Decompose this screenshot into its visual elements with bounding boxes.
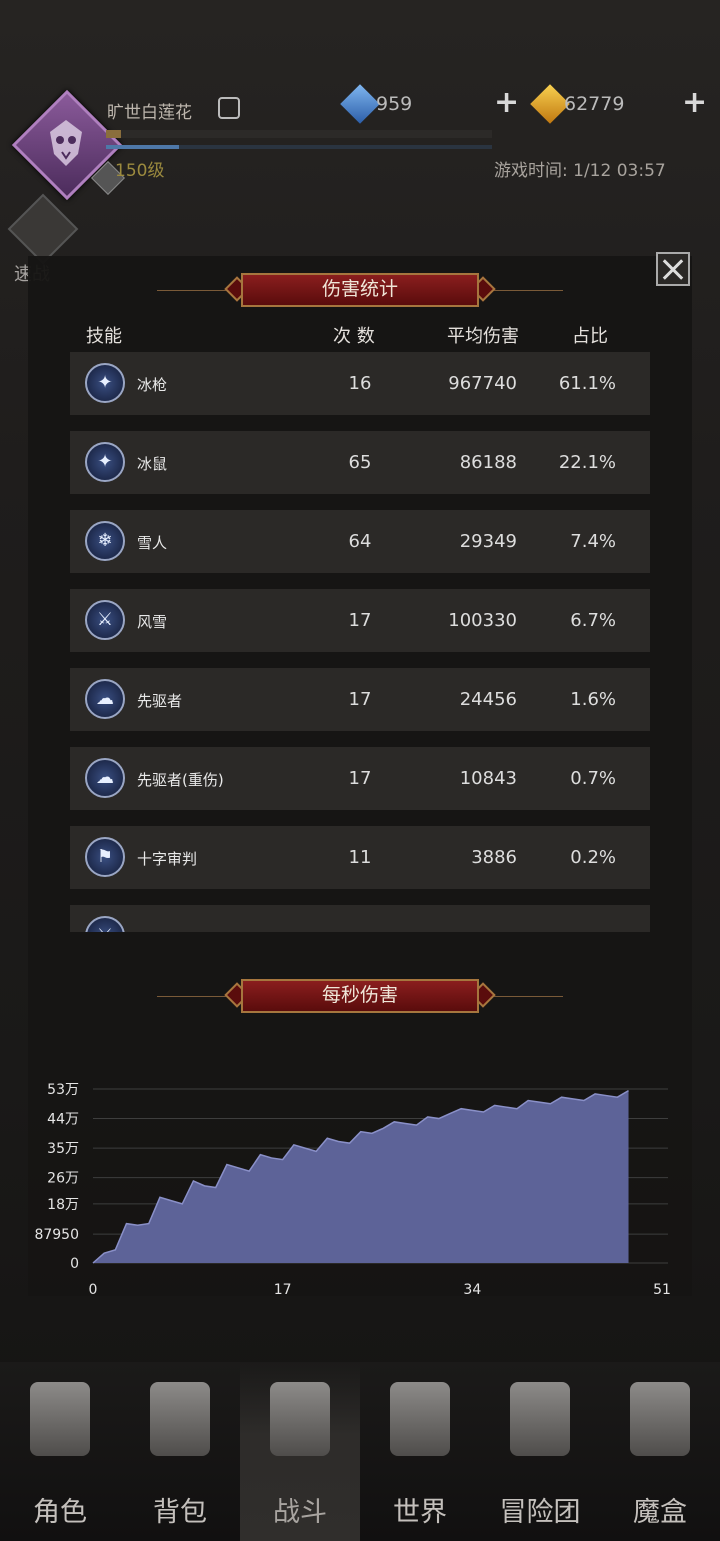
nav-label: 战斗 xyxy=(273,1497,327,1528)
y-tick-label: 35万 xyxy=(47,1141,79,1157)
nav-label: 魔盒 xyxy=(633,1497,687,1528)
x-tick-label: 34 xyxy=(463,1282,481,1298)
map-scroll-icon xyxy=(390,1382,450,1456)
nav-item[interactable]: 背包 xyxy=(120,1362,240,1541)
magic-box-icon xyxy=(630,1382,690,1456)
x-tick-label: 17 xyxy=(274,1282,292,1298)
x-tick-label: 0 xyxy=(89,1282,98,1298)
y-tick-label: 0 xyxy=(70,1256,79,1272)
y-tick-label: 26万 xyxy=(47,1171,79,1187)
nav-item[interactable]: 魔盒 xyxy=(600,1362,720,1541)
x-tick-label: 51 xyxy=(653,1282,671,1298)
nav-label: 角色 xyxy=(33,1497,87,1528)
dps-chart: 0 87950 18万 26万 35万 44万 53万 0 17 34 51 xyxy=(34,1082,671,1298)
nav-label: 冒险团 xyxy=(499,1497,581,1528)
bottom-nav: 角色 背包 战斗 世界 冒险团 魔盒 xyxy=(0,1362,720,1541)
nav-item[interactable]: 角色 xyxy=(0,1362,120,1541)
y-tick-label: 87950 xyxy=(34,1227,79,1243)
castle-icon xyxy=(510,1382,570,1456)
nav-item[interactable]: 世界 xyxy=(360,1362,480,1541)
nav-label: 背包 xyxy=(153,1497,207,1528)
helmet-icon xyxy=(30,1382,90,1456)
nav-item[interactable]: 冒险团 xyxy=(480,1362,600,1541)
nav-label: 世界 xyxy=(393,1497,447,1528)
dps-area xyxy=(93,1090,629,1263)
y-tick-label: 53万 xyxy=(47,1082,79,1098)
backpack-icon xyxy=(150,1382,210,1456)
y-tick-label: 18万 xyxy=(47,1197,79,1213)
y-tick-label: 44万 xyxy=(47,1112,79,1128)
crossed-swords-icon xyxy=(270,1382,330,1456)
nav-item[interactable]: 战斗 xyxy=(240,1362,360,1541)
